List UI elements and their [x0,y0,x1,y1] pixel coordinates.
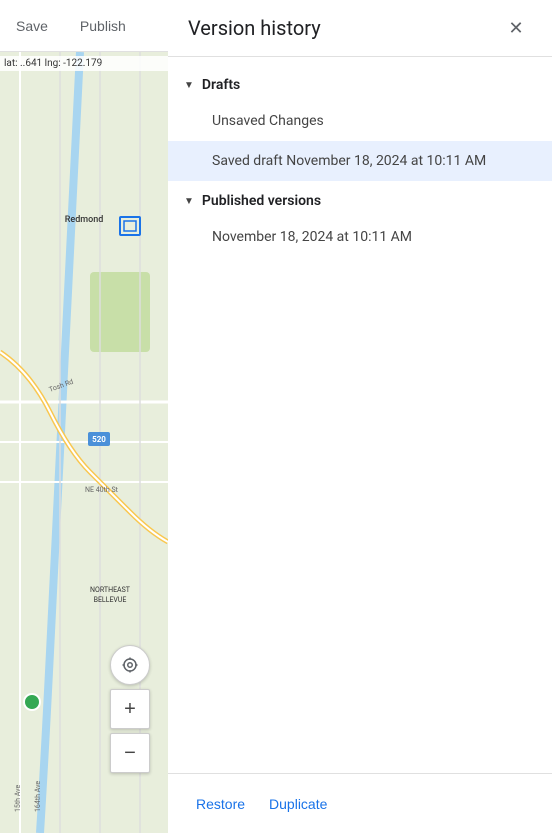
published-section-title: Published versions [202,193,321,209]
unsaved-changes-item[interactable]: Unsaved Changes [168,101,552,141]
panel-title: Version history [188,16,321,40]
publish-button[interactable]: Publish [72,14,134,38]
map-area: Save Publish 520 Redmond NORTHEAST BELLE… [0,0,168,833]
map-coordinates: lat: ..641 lng: -122.179 [0,56,168,71]
restore-button[interactable]: Restore [192,788,249,820]
zoom-in-button[interactable]: + [110,689,150,729]
close-button[interactable]: ✕ [500,12,532,44]
panel-content: ▼ Drafts Unsaved Changes Saved draft Nov… [168,57,552,773]
svg-text:520: 520 [92,435,106,444]
locate-button[interactable] [110,645,150,685]
panel-footer: Restore Duplicate [168,773,552,833]
map-toolbar: Save Publish [0,0,168,52]
lat-value: lat: ..641 [4,58,42,69]
svg-text:15th Ave: 15th Ave [14,785,22,812]
drafts-section-title: Drafts [202,77,240,93]
published-version-item[interactable]: November 18, 2024 at 10:11 AM [168,217,552,257]
duplicate-button[interactable]: Duplicate [265,788,331,820]
svg-text:NORTHEAST: NORTHEAST [90,586,131,594]
panel-header: Version history ✕ [168,0,552,57]
lng-value: lng: -122.179 [45,58,103,69]
zoom-out-button[interactable]: − [110,733,150,773]
close-icon: ✕ [508,18,523,39]
drafts-arrow-icon: ▼ [184,80,194,91]
saved-draft-item[interactable]: Saved draft November 18, 2024 at 10:11 A… [168,141,552,181]
drafts-section-header[interactable]: ▼ Drafts [168,65,552,101]
svg-text:Redmond: Redmond [65,215,104,225]
svg-text:164th Ave: 164th Ave [34,781,42,812]
svg-text:BELLEVUE: BELLEVUE [94,596,127,604]
save-button[interactable]: Save [8,14,56,38]
version-history-panel: Version history ✕ ▼ Drafts Unsaved Chang… [168,0,552,833]
zoom-controls: + − [110,689,150,773]
svg-text:NE 40th St: NE 40th St [85,486,119,494]
published-section-header[interactable]: ▼ Published versions [168,181,552,217]
published-arrow-icon: ▼ [184,196,194,207]
